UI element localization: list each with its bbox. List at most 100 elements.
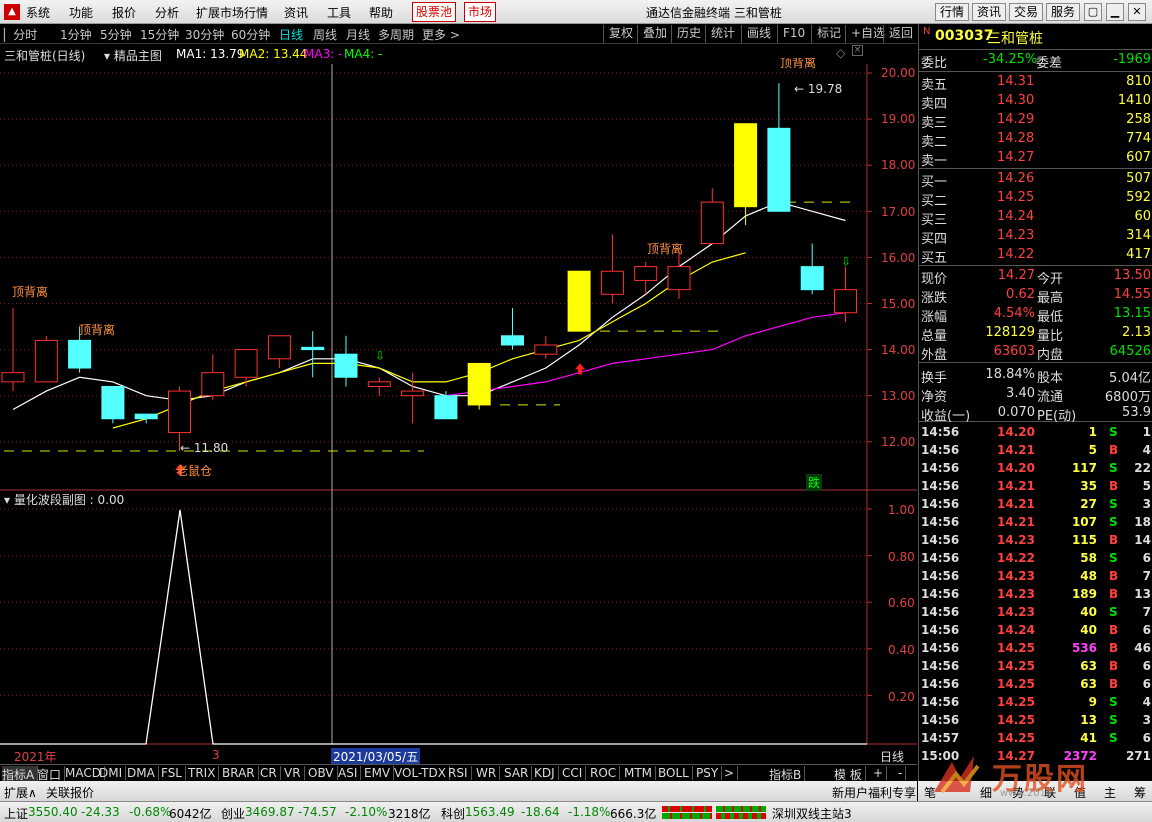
menu-analysis[interactable]: 分析 [155, 4, 179, 21]
indicator-tab-boll[interactable]: BOLL [658, 766, 693, 780]
kline-chart[interactable]: ⇩⇩ [0, 44, 917, 764]
chevron-down-icon[interactable]: ▾ [104, 49, 114, 63]
buy-level-row[interactable]: 买二 14.25 592 [919, 189, 1152, 209]
tick-row[interactable]: 14:56 14.25 536 B 46 [919, 640, 1152, 658]
sell-level-row[interactable]: 卖二 14.28 774 [919, 130, 1152, 150]
period-timeshare[interactable]: ▏分时 [4, 26, 37, 43]
expand-button[interactable]: 扩展∧ [4, 784, 37, 801]
f10-button[interactable]: F10 [777, 25, 810, 43]
history-button[interactable]: 历史 [671, 25, 706, 43]
indicator-tab-dmi[interactable]: DMI [99, 766, 127, 780]
tick-row[interactable]: 14:56 14.21 107 S 18 [919, 514, 1152, 532]
period-60min[interactable]: 60分钟 [231, 26, 270, 43]
menu-help[interactable]: 帮助 [369, 4, 393, 21]
indicator-tab-roc[interactable]: ROC [590, 766, 621, 780]
overlay-button[interactable]: 叠加 [637, 25, 672, 43]
sell-level-row[interactable]: 卖三 14.29 258 [919, 111, 1152, 131]
close-icon[interactable]: ✕ [1128, 3, 1146, 21]
sell-level-row[interactable]: 卖一 14.27 607 [919, 149, 1152, 169]
menu-quote[interactable]: 报价 [112, 4, 136, 21]
tick-row[interactable]: 14:56 14.24 40 B 6 [919, 622, 1152, 640]
indicator-tab-cci[interactable]: CCI [562, 766, 587, 780]
period-30min[interactable]: 30分钟 [185, 26, 224, 43]
indicator-tab-emv[interactable]: EMV [364, 766, 395, 780]
tick-row[interactable]: 14:56 14.20 117 S 22 [919, 460, 1152, 478]
chevron-down-icon[interactable]: ▾ [4, 493, 14, 507]
menu-tools[interactable]: 工具 [327, 4, 351, 21]
tick-row[interactable]: 14:56 14.23 189 B 13 [919, 586, 1152, 604]
tick-row[interactable]: 14:56 14.25 13 S 3 [919, 712, 1152, 730]
indicator-tab-psy[interactable]: PSY [696, 766, 723, 780]
period-1min[interactable]: 1分钟 [60, 26, 92, 43]
tick-row[interactable]: 14:56 14.21 27 S 3 [919, 496, 1152, 514]
tick-row[interactable]: 14:56 14.23 115 B 14 [919, 532, 1152, 550]
buy-level-row[interactable]: 买五 14.22 417 [919, 246, 1152, 266]
market-button[interactable]: 市场 [464, 2, 497, 22]
back-button[interactable]: 返回 [883, 25, 918, 43]
indicator-name[interactable]: ▾ 精品主图 [104, 47, 162, 64]
indicator-control[interactable]: + [873, 766, 888, 780]
indicator-tab-dma[interactable]: DMA [127, 766, 159, 780]
tick-row[interactable]: 14:56 14.22 58 S 6 [919, 550, 1152, 568]
indicator-tab-wr[interactable]: WR [476, 766, 501, 780]
tick-row[interactable]: 14:56 14.25 63 B 6 [919, 658, 1152, 676]
restore-icon[interactable]: ▢ [1084, 3, 1102, 21]
sub-chart-title[interactable]: ▾ 量化波段副图 : 0.00 [4, 491, 124, 508]
period-weekly[interactable]: 周线 [313, 26, 337, 43]
indicator-tab-vr[interactable]: VR [284, 766, 305, 780]
indicator-tab-fsl[interactable]: FSL [161, 766, 186, 780]
linked-quote-tab[interactable]: 关联报价 [46, 784, 94, 801]
adjust-button[interactable]: 复权 [603, 25, 638, 43]
draw-button[interactable]: 画线 [741, 25, 776, 43]
kc-index-label[interactable]: 科创 [441, 805, 465, 822]
tick-row[interactable]: 14:56 14.25 9 S 4 [919, 694, 1152, 712]
diamond-icon[interactable]: ◇ [836, 46, 845, 60]
period-daily[interactable]: 日线 [279, 26, 303, 43]
tick-row[interactable]: 14:56 14.25 63 B 6 [919, 676, 1152, 694]
indicator-tab-rsi[interactable]: RSI [448, 766, 472, 780]
indicator-tab-obv[interactable]: OBV [308, 766, 338, 780]
sell-level-row[interactable]: 卖五 14.31 810 [919, 73, 1152, 93]
indicator-tab-sar[interactable]: SAR [504, 766, 533, 780]
tick-row[interactable]: 14:56 14.21 35 B 5 [919, 478, 1152, 496]
server-name[interactable]: 深圳双线主站3 [772, 805, 852, 822]
tick-row[interactable]: 14:57 14.25 41 S 6 [919, 730, 1152, 748]
menu-extended-market[interactable]: 扩展市场行情 [196, 4, 268, 21]
tick-row[interactable]: 14:56 14.23 48 B 7 [919, 568, 1152, 586]
news-button[interactable]: 资讯 [972, 3, 1007, 21]
indicator-tab-kdj[interactable]: KDJ [534, 766, 559, 780]
indicator-tab-mtm[interactable]: MTM [624, 766, 657, 780]
tick-row[interactable]: 14:56 14.20 1 S 1 [919, 424, 1152, 442]
period-multi[interactable]: 多周期 [378, 26, 414, 43]
stock-pool-button[interactable]: 股票池 [412, 2, 457, 22]
indicator-control[interactable]: - [898, 766, 907, 780]
indicator-tab-brar[interactable]: BRAR [222, 766, 259, 780]
quote-button[interactable]: 行情 [935, 3, 970, 21]
tick-row[interactable]: 14:56 14.23 40 S 7 [919, 604, 1152, 622]
menu-function[interactable]: 功能 [69, 4, 93, 21]
mark-button[interactable]: 标记 [811, 25, 846, 43]
sell-level-row[interactable]: 卖四 14.30 1410 [919, 92, 1152, 112]
tab-chips[interactable]: 筹 [1134, 784, 1146, 801]
minimize-icon[interactable]: ▁ [1106, 3, 1124, 21]
period-monthly[interactable]: 月线 [346, 26, 370, 43]
buy-level-row[interactable]: 买一 14.26 507 [919, 170, 1152, 190]
indicator-tab-cr[interactable]: CR [260, 766, 281, 780]
close-panel-icon[interactable]: × [852, 45, 863, 56]
cy-index-label[interactable]: 创业 [221, 805, 245, 822]
service-button[interactable]: 服务 [1046, 3, 1081, 21]
sh-index-label[interactable]: 上证 [4, 805, 28, 822]
period-more[interactable]: 更多 > [422, 26, 460, 43]
indicator-tab-asi[interactable]: ASI [338, 766, 362, 780]
new-user-promo[interactable]: 新用户福利专享 [832, 784, 916, 801]
tick-row[interactable]: 14:56 14.21 5 B 4 [919, 442, 1152, 460]
menu-news[interactable]: 资讯 [284, 4, 308, 21]
buy-level-row[interactable]: 买四 14.23 314 [919, 227, 1152, 247]
indicator-tab-[interactable]: > [724, 766, 739, 780]
buy-level-row[interactable]: 买三 14.24 60 [919, 208, 1152, 228]
period-5min[interactable]: 5分钟 [100, 26, 132, 43]
trade-button[interactable]: 交易 [1009, 3, 1044, 21]
indicator-tab-voltdx[interactable]: VOL-TDX [394, 766, 450, 780]
menu-system[interactable]: 系统 [26, 4, 50, 21]
period-15min[interactable]: 15分钟 [140, 26, 179, 43]
